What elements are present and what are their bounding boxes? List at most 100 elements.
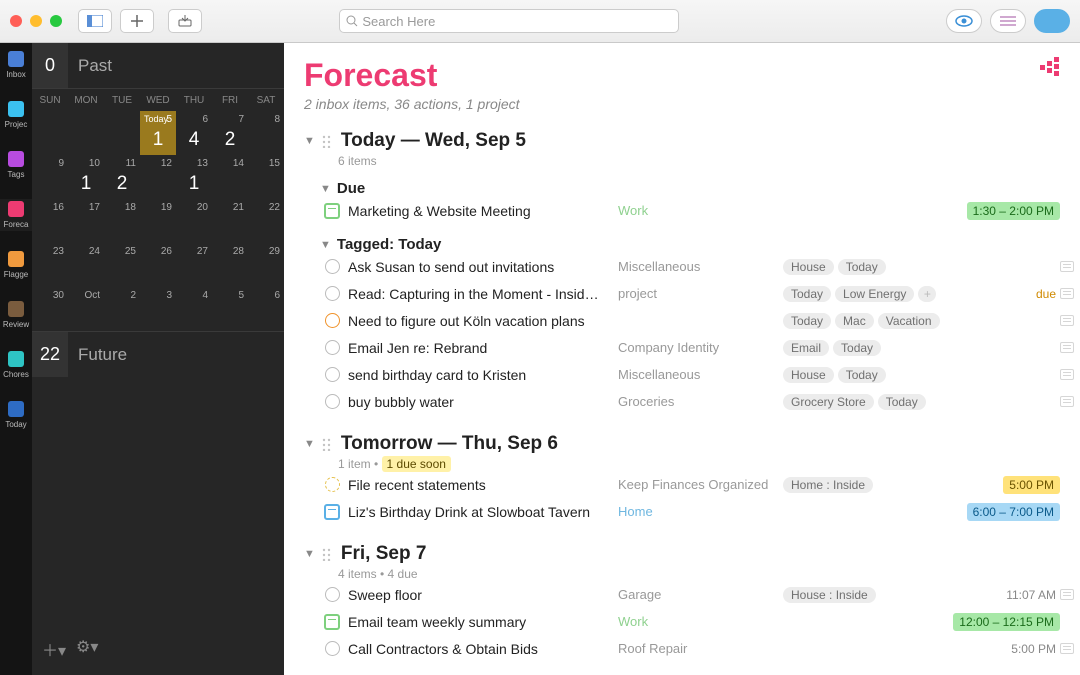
dock-tags[interactable]: Tags bbox=[0, 149, 32, 181]
calendar-cell[interactable]: 15 bbox=[248, 155, 284, 199]
note-icon[interactable] bbox=[1060, 315, 1074, 326]
calendar-cell[interactable]: 64 bbox=[176, 111, 212, 155]
calendar-cell[interactable]: 9 bbox=[32, 155, 68, 199]
past-row[interactable]: 0 Past bbox=[32, 43, 284, 89]
calendar-cell[interactable]: 112 bbox=[104, 155, 140, 199]
calendar-cell[interactable]: 29 bbox=[248, 243, 284, 287]
calendar-cell[interactable]: 72 bbox=[212, 111, 248, 155]
task-checkbox[interactable] bbox=[325, 394, 340, 409]
tag[interactable]: House bbox=[783, 259, 834, 275]
calendar-cell[interactable]: 28 bbox=[212, 243, 248, 287]
task-project[interactable]: Roof Repair bbox=[618, 641, 783, 656]
task-checkbox[interactable] bbox=[325, 340, 340, 355]
task-row[interactable]: Read: Capturing in the Moment - Insid… p… bbox=[304, 280, 1080, 307]
calendar-cell[interactable]: 8 bbox=[248, 111, 284, 155]
calendar-cell[interactable]: 21 bbox=[212, 199, 248, 243]
calendar-cell[interactable]: 20 bbox=[176, 199, 212, 243]
task-checkbox[interactable] bbox=[325, 259, 340, 274]
tag[interactable]: Email bbox=[783, 340, 829, 356]
task-project[interactable]: Groceries bbox=[618, 394, 783, 409]
tag[interactable]: Today bbox=[838, 259, 886, 275]
task-row[interactable]: Marketing & Website Meeting Work 1:30 – … bbox=[304, 197, 1080, 224]
task-row[interactable]: buy bubbly water Groceries Grocery Store… bbox=[304, 388, 1080, 415]
tag[interactable]: Today bbox=[783, 286, 831, 302]
task-checkbox[interactable] bbox=[325, 641, 340, 656]
calendar-cell[interactable]: 2 bbox=[104, 287, 140, 331]
day-header[interactable]: ▼ Today — Wed, Sep 5 bbox=[304, 130, 1080, 152]
task-project[interactable]: project bbox=[618, 286, 783, 301]
calendar-cell[interactable]: 24 bbox=[68, 243, 104, 287]
task-project[interactable]: Work bbox=[618, 614, 783, 629]
calendar-cell[interactable]: 17 bbox=[68, 199, 104, 243]
calendar-cell[interactable]: 30 bbox=[32, 287, 68, 331]
task-project[interactable]: Work bbox=[618, 203, 783, 218]
tag[interactable]: Today bbox=[833, 340, 881, 356]
note-icon[interactable] bbox=[1060, 589, 1074, 600]
task-checkbox[interactable] bbox=[325, 313, 340, 328]
dock-inbox[interactable]: Inbox bbox=[0, 49, 32, 81]
calendar-cell[interactable]: Today51 bbox=[140, 111, 176, 155]
calendar-cell[interactable]: 4 bbox=[176, 287, 212, 331]
tag[interactable]: Today bbox=[783, 313, 831, 329]
dock-today[interactable]: Today bbox=[0, 399, 32, 431]
task-row[interactable]: Ask Susan to send out invitations Miscel… bbox=[304, 253, 1080, 280]
minimize-window[interactable] bbox=[30, 15, 42, 27]
calendar-cell[interactable]: 16 bbox=[32, 199, 68, 243]
note-icon[interactable] bbox=[1060, 342, 1074, 353]
calendar-grid[interactable]: SUNMONTUEWEDTHUFRISATToday51647289101112… bbox=[32, 89, 284, 331]
day-header[interactable]: ▼ Fri, Sep 7 bbox=[304, 543, 1080, 565]
calendar-cell[interactable]: 3 bbox=[140, 287, 176, 331]
task-row[interactable]: Call Contractors & Obtain Bids Roof Repa… bbox=[304, 635, 1080, 662]
task-row[interactable]: Sweep floor Garage House : Inside 11:07 … bbox=[304, 581, 1080, 608]
task-project[interactable]: Miscellaneous bbox=[618, 259, 783, 274]
calendar-cell[interactable]: 18 bbox=[104, 199, 140, 243]
task-checkbox[interactable] bbox=[325, 587, 340, 602]
note-icon[interactable] bbox=[1060, 261, 1074, 272]
chevron-down-icon[interactable]: ▼ bbox=[304, 438, 315, 450]
calendar-cell[interactable]: 6 bbox=[248, 287, 284, 331]
tag[interactable]: Home : Inside bbox=[783, 477, 873, 493]
task-project[interactable]: Miscellaneous bbox=[618, 367, 783, 382]
note-icon[interactable] bbox=[1060, 643, 1074, 654]
note-icon[interactable] bbox=[1060, 396, 1074, 407]
task-row[interactable]: Email team weekly summary Work 12:00 – 1… bbox=[304, 608, 1080, 635]
task-checkbox[interactable] bbox=[325, 286, 340, 301]
chevron-down-icon[interactable]: ▼ bbox=[320, 183, 331, 195]
dock-flagged[interactable]: Flagge bbox=[0, 249, 32, 281]
note-icon[interactable] bbox=[1060, 288, 1074, 299]
calendar-cell[interactable]: 22 bbox=[248, 199, 284, 243]
list-view-button[interactable] bbox=[990, 9, 1026, 33]
calendar-cell[interactable]: Oct bbox=[68, 287, 104, 331]
close-window[interactable] bbox=[10, 15, 22, 27]
note-icon[interactable] bbox=[1060, 369, 1074, 380]
calendar-cell[interactable] bbox=[68, 111, 104, 155]
calendar-cell[interactable]: 131 bbox=[176, 155, 212, 199]
calendar-cell[interactable]: 14 bbox=[212, 155, 248, 199]
day-header[interactable]: ▼ Tomorrow — Thu, Sep 6 bbox=[304, 433, 1080, 455]
dock-projects[interactable]: Projec bbox=[0, 99, 32, 131]
search-input[interactable]: Search Here bbox=[339, 9, 679, 33]
tag[interactable]: House bbox=[783, 367, 834, 383]
dock-forecast[interactable]: Foreca bbox=[0, 199, 32, 231]
calendar-cell[interactable]: 101 bbox=[68, 155, 104, 199]
add-perspective-button[interactable]: ＋▾ bbox=[42, 637, 66, 661]
task-project[interactable]: Company Identity bbox=[618, 340, 783, 355]
task-project[interactable]: Garage bbox=[618, 587, 783, 602]
tag[interactable]: Today bbox=[878, 394, 926, 410]
calendar-cell[interactable]: 19 bbox=[140, 199, 176, 243]
calendar-cell[interactable]: 27 bbox=[176, 243, 212, 287]
dock-review[interactable]: Review bbox=[0, 299, 32, 331]
task-row[interactable]: File recent statements Keep Finances Org… bbox=[304, 471, 1080, 498]
calendar-cell[interactable]: 26 bbox=[140, 243, 176, 287]
chevron-down-icon[interactable]: ▼ bbox=[320, 239, 331, 251]
task-project[interactable]: Home bbox=[618, 504, 783, 519]
task-row[interactable]: Need to figure out Köln vacation plans T… bbox=[304, 307, 1080, 334]
tag[interactable]: Today bbox=[838, 367, 886, 383]
quick-entry-button[interactable] bbox=[168, 9, 202, 33]
calendar-cell[interactable]: 5 bbox=[212, 287, 248, 331]
add-tag-button[interactable]: + bbox=[918, 286, 936, 302]
calendar-cell[interactable]: 25 bbox=[104, 243, 140, 287]
tag[interactable]: Vacation bbox=[878, 313, 940, 329]
task-project[interactable]: Keep Finances Organized bbox=[618, 477, 783, 492]
view-button[interactable] bbox=[946, 9, 982, 33]
